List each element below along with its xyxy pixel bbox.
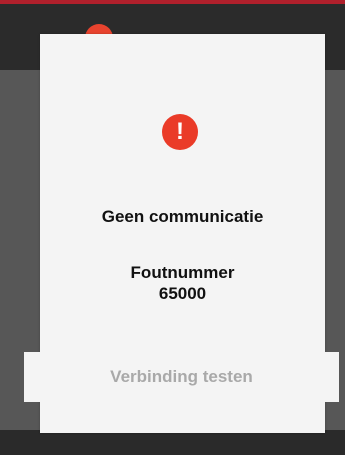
test-connection-label: Verbinding testen [110,367,253,386]
error-number-value: 65000 [158,284,207,303]
bottom-bar [0,430,345,455]
exclamation-glyph: ! [176,118,184,145]
dialog-title: Geen communicatie [101,207,264,226]
exclamation-circle-icon: ! [162,114,198,150]
error-number-label: Foutnummer [130,263,235,282]
test-connection-button[interactable]: Verbinding testen [24,352,339,402]
